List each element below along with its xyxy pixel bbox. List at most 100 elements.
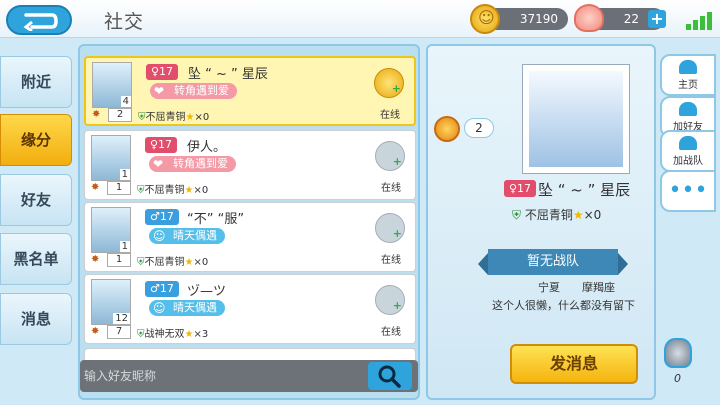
profile-name: 坠 “ ~ ” 星辰 bbox=[538, 181, 631, 199]
tab-label: 好友 bbox=[20, 191, 51, 209]
side-button-label: 主页 bbox=[678, 80, 698, 91]
add-friend-button[interactable]: + bbox=[374, 68, 404, 98]
helmet-icon[interactable] bbox=[664, 338, 692, 368]
online-status: 在线 bbox=[381, 255, 401, 266]
search-icon bbox=[378, 365, 401, 388]
player-list[interactable]: 4 ♀17 坠 “ ~ ” 星辰 ❤ 转角遇到爱 ✸ 2 ⛨不屈青铜★×0 + 在… bbox=[78, 44, 420, 400]
search-button[interactable] bbox=[368, 362, 412, 390]
plus-icon: + bbox=[392, 299, 402, 312]
page-title: 社交 bbox=[104, 11, 145, 33]
rank-info: ⛨战神无双★×3 bbox=[137, 325, 208, 340]
medal-icon bbox=[434, 116, 460, 142]
tab-label: 黑名单 bbox=[13, 250, 59, 268]
medal-count: 7 bbox=[107, 325, 131, 339]
avatar-level: 4 bbox=[120, 96, 131, 107]
heart-icon: ❤ bbox=[154, 84, 165, 98]
profile-detail-panel: 2 ♀17 坠 “ ~ ” 星辰 ⛨ 不屈青铜★×0 暂无战队 宁夏 摩羯座 这… bbox=[426, 44, 656, 400]
medal-icon: ✸ bbox=[91, 254, 100, 265]
star-count: ×0 bbox=[193, 257, 209, 268]
rank-label: 战神无双 bbox=[144, 329, 185, 340]
add-friend-button[interactable]: + bbox=[375, 285, 405, 315]
star-count: ×3 bbox=[193, 329, 209, 340]
medal-count: 2 bbox=[108, 108, 132, 122]
add-team-icon bbox=[679, 136, 697, 150]
tab-blacklist[interactable]: 黑名单 bbox=[0, 233, 72, 285]
team-banner: 暂无战队 bbox=[478, 249, 628, 275]
list-item[interactable]: 1 ♀17 伊人。 ❤ 转角遇到爱 ✸ 1 ⛨不屈青铜★×0 + 在线 bbox=[84, 130, 416, 200]
tab-label: 缘分 bbox=[20, 131, 51, 149]
plus-icon: + bbox=[392, 155, 402, 168]
encounter-tag: ❤ 转角遇到爱 bbox=[149, 156, 236, 172]
back-button[interactable] bbox=[6, 5, 72, 35]
gender-age-badge: ♀17 bbox=[145, 137, 178, 153]
sun-icon: ☺ bbox=[153, 301, 166, 315]
gender-age-badge: ♂17 bbox=[145, 281, 179, 297]
rank-label: 不屈青铜 bbox=[524, 208, 573, 222]
avatar[interactable]: 12 bbox=[91, 279, 131, 325]
encounter-tag: ☺ 晴天偶遇 bbox=[149, 300, 225, 316]
gender-age-badge: ♂17 bbox=[145, 209, 179, 225]
list-item[interactable]: 1 ♂17 “不” “服” ☺ 晴天偶遇 ✸ 1 ⛨不屈青铜★×0 + 在线 bbox=[84, 202, 416, 272]
coin-icon bbox=[470, 4, 500, 34]
rank-label: 不屈青铜 bbox=[145, 112, 186, 123]
home-icon bbox=[679, 60, 697, 74]
shield-icon: ⛨ bbox=[137, 185, 145, 196]
more-dots-icon: ••• bbox=[668, 178, 708, 203]
online-status: 在线 bbox=[381, 183, 401, 194]
tab-messages[interactable]: 消息 bbox=[0, 293, 72, 345]
add-team-button[interactable]: 加战队 bbox=[660, 130, 716, 172]
rank-label: 不屈青铜 bbox=[144, 257, 185, 268]
rank-label: 不屈青铜 bbox=[144, 185, 185, 196]
rank-info: ⛨不屈青铜★×0 bbox=[138, 108, 209, 123]
back-arrow-icon bbox=[23, 13, 58, 31]
avatar-level: 1 bbox=[119, 241, 130, 252]
send-message-button[interactable]: 发消息 bbox=[510, 344, 638, 384]
recharge-plus-button[interactable]: + bbox=[648, 10, 666, 28]
add-friend-button[interactable]: + bbox=[375, 141, 405, 171]
search-input[interactable] bbox=[84, 364, 364, 388]
tab-label: 附近 bbox=[20, 73, 51, 91]
tag-label: 晴天偶遇 bbox=[173, 229, 217, 242]
star-count: ×0 bbox=[583, 208, 602, 222]
online-status: 在线 bbox=[380, 110, 400, 121]
side-button-label: 加战队 bbox=[673, 156, 703, 167]
shield-icon: ⛨ bbox=[137, 257, 145, 268]
list-item[interactable]: 12 ♂17 ヅ—ツ ☺ 晴天偶遇 ✸ 7 ⛨战神无双★×3 + 在线 bbox=[84, 274, 416, 344]
profile-avatar[interactable] bbox=[522, 64, 630, 174]
profile-rank: ⛨ 不屈青铜★×0 bbox=[512, 206, 601, 223]
avatar-level: 1 bbox=[119, 169, 130, 180]
avatar[interactable]: 1 bbox=[91, 135, 131, 181]
medal-icon: ✸ bbox=[91, 182, 100, 193]
tab-friends[interactable]: 好友 bbox=[0, 174, 72, 226]
avatar[interactable]: 4 bbox=[92, 62, 132, 108]
rank-info: ⛨不屈青铜★×0 bbox=[137, 253, 208, 268]
shield-icon: ⛨ bbox=[137, 329, 145, 340]
more-button[interactable]: ••• bbox=[660, 170, 716, 212]
player-name: 伊人。 bbox=[187, 140, 227, 155]
gender-age-badge: ♀17 bbox=[146, 64, 179, 80]
sun-icon: ☺ bbox=[153, 229, 166, 243]
medal-count: 1 bbox=[107, 253, 131, 267]
encounter-tag: ❤ 转角遇到爱 bbox=[150, 83, 237, 99]
list-item[interactable]: 4 ♀17 坠 “ ~ ” 星辰 ❤ 转角遇到爱 ✸ 2 ⛨不屈青铜★×0 + 在… bbox=[84, 56, 416, 126]
helmet-count: 0 bbox=[674, 372, 681, 385]
player-name: “不” “服” bbox=[187, 212, 245, 227]
tab-label: 消息 bbox=[20, 310, 51, 328]
avatar[interactable]: 1 bbox=[91, 207, 131, 253]
tab-nearby[interactable]: 附近 bbox=[0, 56, 72, 108]
star-count: ×0 bbox=[194, 112, 210, 123]
add-friend-button[interactable]: + bbox=[375, 213, 405, 243]
medal-icon: ✸ bbox=[91, 326, 100, 337]
tag-label: 转角遇到爱 bbox=[173, 157, 228, 170]
medal-count: 2 bbox=[464, 118, 494, 138]
star-icon: ★ bbox=[572, 208, 584, 222]
online-status: 在线 bbox=[381, 327, 401, 338]
tag-label: 晴天偶遇 bbox=[173, 301, 217, 314]
medal-count: 1 bbox=[107, 181, 131, 195]
home-button[interactable]: 主页 bbox=[660, 54, 716, 96]
shield-icon: ⛨ bbox=[512, 208, 522, 222]
avatar-level: 12 bbox=[113, 313, 130, 324]
plus-icon: + bbox=[392, 227, 402, 240]
plus-icon: + bbox=[391, 82, 401, 95]
tab-fate[interactable]: 缘分 bbox=[0, 114, 72, 166]
